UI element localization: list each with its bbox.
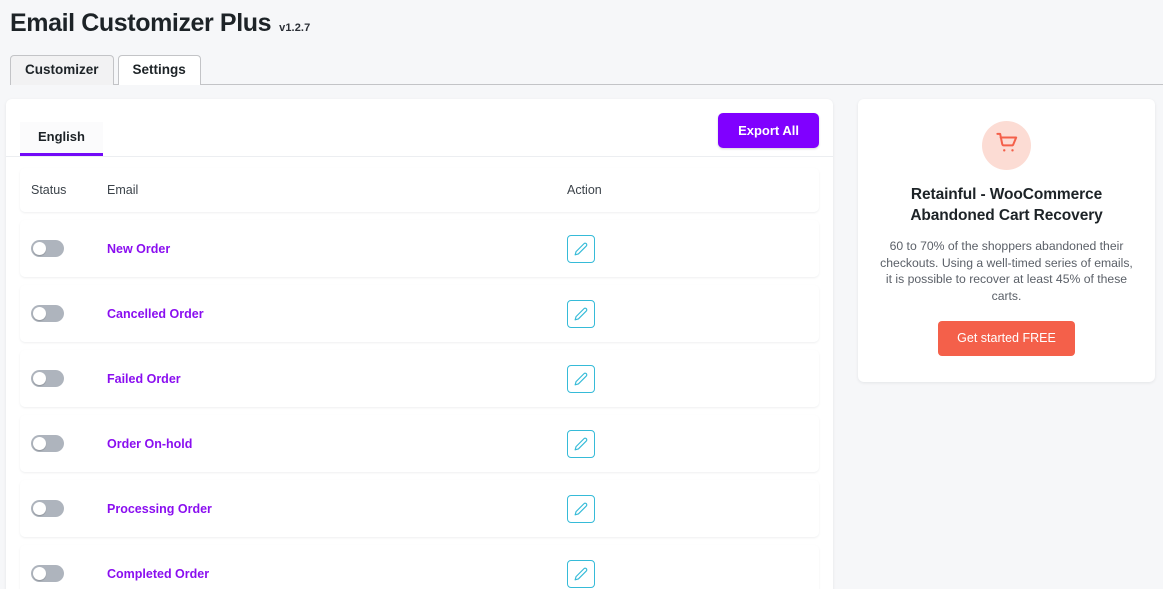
email-template-link[interactable]: Cancelled Order	[107, 307, 204, 321]
row-email-cell: Failed Order	[96, 370, 556, 388]
export-all-button[interactable]: Export All	[718, 113, 819, 148]
row-action-cell	[556, 495, 819, 523]
page-header: Email Customizer Plus v1.2.7	[0, 0, 1163, 38]
toggle-knob	[33, 242, 46, 255]
row-email-cell: New Order	[96, 240, 556, 258]
edit-button[interactable]	[567, 430, 595, 458]
panel-toolbar: English Export All	[6, 99, 833, 157]
get-started-button[interactable]: Get started FREE	[938, 321, 1075, 356]
row-status-cell	[20, 305, 96, 323]
row-email-cell: Processing Order	[96, 500, 556, 518]
edit-button[interactable]	[567, 495, 595, 523]
email-template-link[interactable]: Processing Order	[107, 502, 212, 516]
version-label: v1.2.7	[279, 22, 310, 34]
promo-icon-wrapper	[982, 121, 1031, 170]
row-action-cell	[556, 235, 819, 263]
email-template-link[interactable]: Completed Order	[107, 567, 209, 581]
row-action-cell	[556, 365, 819, 393]
row-email-cell: Order On-hold	[96, 435, 556, 453]
column-header-status: Status	[20, 183, 96, 198]
nav-tabs: Customizer Settings	[10, 55, 1163, 85]
table-row: Processing Order	[20, 480, 819, 537]
toggle-knob	[33, 437, 46, 450]
language-tab-english[interactable]: English	[20, 122, 103, 156]
edit-button[interactable]	[567, 300, 595, 328]
table-header-row: Status Email Action	[20, 168, 819, 212]
toggle-knob	[33, 372, 46, 385]
shopping-cart-icon	[996, 132, 1018, 159]
table-row: Completed Order	[20, 545, 819, 589]
table-row: Cancelled Order	[20, 285, 819, 342]
pencil-icon	[574, 242, 588, 256]
table-row: Failed Order	[20, 350, 819, 407]
status-toggle[interactable]	[31, 565, 64, 582]
pencil-icon	[574, 307, 588, 321]
row-status-cell	[20, 565, 96, 583]
email-template-link[interactable]: Failed Order	[107, 372, 181, 386]
table-row: Order On-hold	[20, 415, 819, 472]
promo-card: Retainful - WooCommerce Abandoned Cart R…	[858, 99, 1155, 382]
pencil-icon	[574, 372, 588, 386]
customizer-panel: English Export All Status Email Action N…	[6, 99, 833, 589]
promo-title: Retainful - WooCommerce Abandoned Cart R…	[878, 184, 1135, 226]
row-action-cell	[556, 430, 819, 458]
status-toggle[interactable]	[31, 240, 64, 257]
pencil-icon	[574, 502, 588, 516]
status-toggle[interactable]	[31, 305, 64, 322]
pencil-icon	[574, 567, 588, 581]
email-template-link[interactable]: Order On-hold	[107, 437, 192, 451]
row-status-cell	[20, 435, 96, 453]
tab-settings[interactable]: Settings	[118, 55, 201, 85]
toggle-knob	[33, 567, 46, 580]
toggle-knob	[33, 307, 46, 320]
row-status-cell	[20, 240, 96, 258]
column-header-email: Email	[96, 183, 556, 198]
row-status-cell	[20, 370, 96, 388]
row-email-cell: Completed Order	[96, 565, 556, 583]
edit-button[interactable]	[567, 235, 595, 263]
row-status-cell	[20, 500, 96, 518]
page-layout: English Export All Status Email Action N…	[0, 85, 1163, 589]
email-table: Status Email Action New Order	[6, 157, 833, 589]
email-template-link[interactable]: New Order	[107, 242, 170, 256]
status-toggle[interactable]	[31, 500, 64, 517]
row-action-cell	[556, 300, 819, 328]
row-action-cell	[556, 560, 819, 588]
toggle-knob	[33, 502, 46, 515]
table-row: New Order	[20, 220, 819, 277]
edit-button[interactable]	[567, 365, 595, 393]
status-toggle[interactable]	[31, 435, 64, 452]
tab-customizer[interactable]: Customizer	[10, 55, 114, 85]
column-header-action: Action	[556, 183, 819, 198]
page-title: Email Customizer Plus	[10, 8, 271, 38]
edit-button[interactable]	[567, 560, 595, 588]
status-toggle[interactable]	[31, 370, 64, 387]
row-email-cell: Cancelled Order	[96, 305, 556, 323]
pencil-icon	[574, 437, 588, 451]
language-tabs: English	[20, 122, 103, 156]
promo-description: 60 to 70% of the shoppers abandoned thei…	[878, 238, 1135, 304]
